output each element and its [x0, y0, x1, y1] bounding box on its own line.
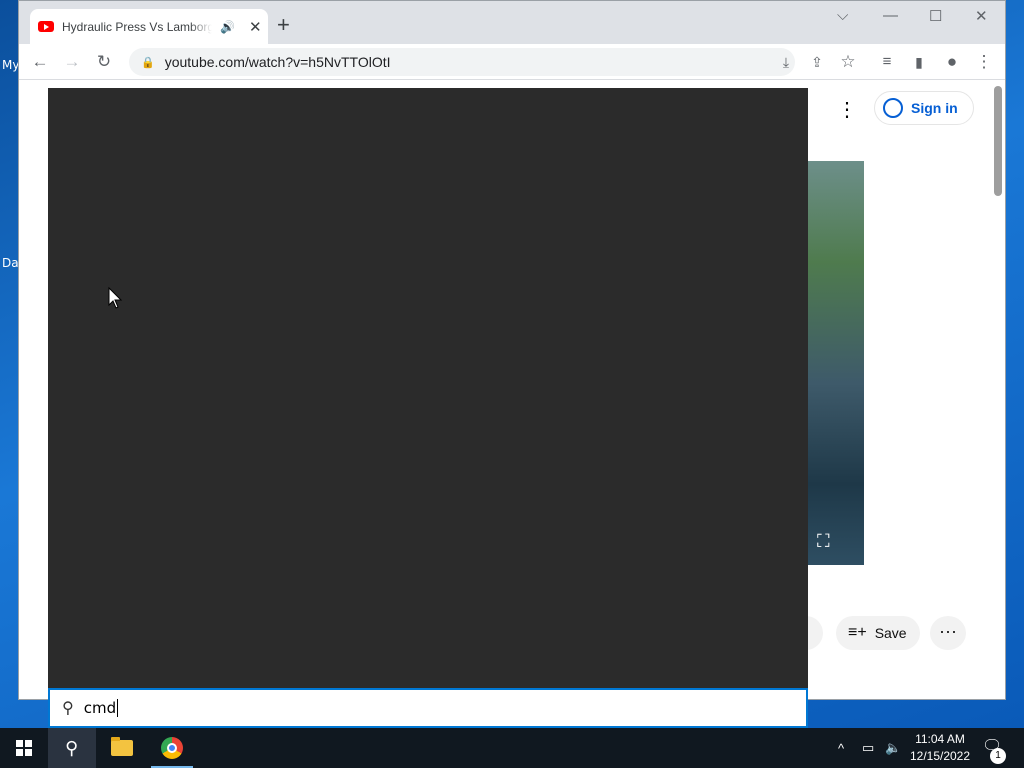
maximize-button[interactable]: ☐ [929, 7, 942, 25]
youtube-favicon-icon [38, 21, 54, 32]
search-query-text[interactable]: cmd [84, 699, 116, 717]
scrollbar-thumb[interactable] [994, 86, 1002, 196]
volume-icon[interactable]: 🔈 [885, 728, 901, 768]
save-label: Save [874, 625, 907, 641]
url-text[interactable]: youtube.com/watch?v=h5NvTTOlOtI [165, 54, 391, 70]
forward-button[interactable]: → [60, 50, 84, 74]
chrome-taskbar-button[interactable] [148, 728, 196, 768]
back-button[interactable]: ← [28, 50, 52, 74]
desktop-icon-label[interactable]: My [2, 58, 19, 72]
folder-icon [111, 737, 133, 756]
mouse-cursor-icon [108, 286, 123, 309]
clock-date: 12/15/2022 [909, 749, 971, 763]
search-icon: ⚲ [65, 737, 79, 758]
close-window-button[interactable]: ✕ [975, 7, 988, 25]
network-icon[interactable]: ▭ [862, 728, 874, 768]
media-control-icon[interactable]: ≡ [875, 50, 899, 74]
taskbar: ⚲ ^ ▭ 🔈 11:04 AM 12/15/2022 🗨 1 [0, 728, 1024, 768]
clock-time: 11:04 AM [915, 732, 965, 746]
sign-in-button[interactable]: Sign in [874, 91, 974, 125]
youtube-menu-icon[interactable]: ⋮ [837, 97, 857, 122]
tab-search-icon[interactable]: ⌵ [837, 7, 848, 24]
lock-icon[interactable]: 🔒 [141, 56, 155, 69]
desktop-icon-label[interactable]: Da [2, 256, 19, 270]
bookmark-star-icon[interactable]: ☆ [836, 50, 860, 74]
windows-logo-icon [16, 740, 32, 756]
minimize-button[interactable]: — [883, 7, 898, 24]
notification-count-badge: 1 [990, 748, 1006, 764]
file-explorer-button[interactable] [98, 728, 146, 768]
profile-avatar-icon[interactable]: ● [940, 50, 964, 74]
tab-strip: Hydraulic Press Vs Lamborghini 🔊 ✕ + ⌵ —… [19, 1, 1005, 44]
save-button[interactable]: ≡+ Save [836, 616, 920, 650]
chrome-icon [161, 737, 183, 759]
system-clock[interactable]: 11:04 AM 12/15/2022 [904, 731, 976, 765]
speaker-icon[interactable]: 🔊 [220, 20, 235, 34]
share-icon[interactable]: ⇪ [805, 50, 829, 74]
reload-button[interactable]: ↻ [92, 50, 116, 74]
playlist-add-icon: ≡+ [848, 624, 867, 641]
search-button[interactable]: ⚲ [48, 728, 96, 768]
browser-tab[interactable]: Hydraulic Press Vs Lamborghini 🔊 ✕ [30, 9, 268, 44]
side-panel-icon[interactable]: ▮ [907, 50, 931, 74]
start-button[interactable] [0, 728, 48, 768]
account-icon [883, 98, 903, 118]
start-search-panel [48, 88, 808, 688]
tab-title: Hydraulic Press Vs Lamborghini [62, 19, 212, 34]
more-actions-button[interactable]: ··· [930, 616, 966, 650]
tray-overflow-chevron-icon[interactable]: ^ [838, 728, 844, 768]
address-bar[interactable]: 🔒 youtube.com/watch?v=h5NvTTOlOtI [129, 48, 795, 76]
sign-in-label: Sign in [911, 100, 958, 116]
search-icon: ⚲ [62, 700, 74, 717]
chrome-menu-icon[interactable]: ⋮ [972, 50, 996, 74]
install-icon[interactable]: ⤓ [774, 50, 798, 74]
search-input[interactable]: ⚲ cmd [48, 688, 808, 728]
fullscreen-icon[interactable]: ⛶ [817, 531, 837, 551]
text-caret [117, 699, 119, 717]
tab-close-icon[interactable]: ✕ [249, 18, 262, 36]
new-tab-button[interactable]: + [277, 13, 290, 37]
browser-toolbar: ← → ↻ 🔒 youtube.com/watch?v=h5NvTTOlOtI … [19, 44, 1005, 80]
